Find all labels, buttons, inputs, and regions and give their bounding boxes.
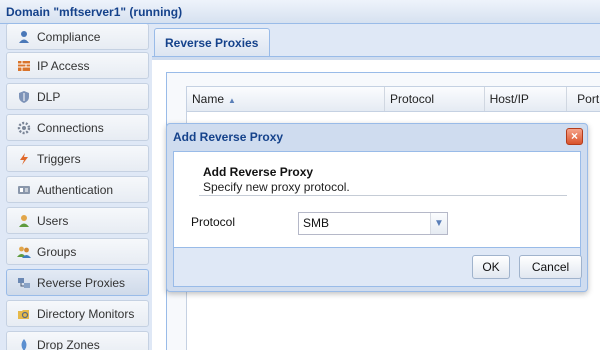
proxy-icon (17, 276, 31, 290)
sidebar-item-groups[interactable]: Groups (6, 238, 149, 265)
sidebar-item-ip-access[interactable]: IP Access (6, 52, 149, 79)
dialog-subheading: Specify new proxy protocol. (203, 180, 350, 194)
lightning-icon (17, 152, 31, 166)
column-header-name[interactable]: Name ▲ (187, 87, 386, 111)
user-icon (17, 214, 31, 228)
sort-ascending-icon: ▲ (228, 96, 236, 105)
protocol-label: Protocol (191, 215, 236, 229)
sidebar-item-label: Groups (37, 244, 77, 259)
gear-icon (17, 121, 31, 135)
sidebar-item-label: Triggers (37, 151, 81, 166)
protocol-select[interactable]: SMB ▼ (298, 212, 448, 235)
sidebar-item-connections[interactable]: Connections (6, 114, 149, 141)
protocol-select-value: SMB (303, 216, 330, 230)
sidebar-item-label: Directory Monitors (37, 306, 135, 321)
close-icon[interactable]: × (566, 128, 583, 145)
column-header-host-ip[interactable]: Host/IP (485, 87, 568, 111)
sidebar-item-label: Compliance (37, 29, 101, 44)
add-reverse-proxy-dialog: Add Reverse Proxy × Add Reverse Proxy Sp… (166, 123, 588, 292)
window-title: Domain "mftserver1" (running) (0, 0, 600, 24)
sidebar-item-triggers[interactable]: Triggers (6, 145, 149, 172)
column-header-protocol[interactable]: Protocol (385, 87, 485, 111)
sidebar-item-label: Drop Zones (37, 337, 100, 350)
sidebar-item-label: IP Access (37, 58, 90, 73)
tab-reverse-proxies[interactable]: Reverse Proxies (154, 28, 270, 57)
sidebar-item-label: Users (37, 213, 69, 228)
dialog-heading: Add Reverse Proxy (203, 165, 314, 179)
dialog-footer: OK Cancel (174, 248, 582, 286)
users-icon (17, 245, 31, 259)
divider (199, 195, 567, 196)
ok-button[interactable]: OK (472, 255, 510, 279)
sidebar: Compliance IP Access DLP Connections Tri… (0, 24, 152, 350)
sidebar-item-dlp[interactable]: DLP (6, 83, 149, 110)
sidebar-item-label: DLP (37, 89, 61, 104)
sidebar-item-authentication[interactable]: Authentication (6, 176, 149, 203)
grid-header: Name ▲ Protocol Host/IP Port (186, 86, 600, 112)
sidebar-item-directory-monitors[interactable]: Directory Monitors (6, 300, 149, 327)
person-badge-icon (17, 30, 31, 44)
id-card-icon (17, 183, 31, 197)
chevron-down-icon[interactable]: ▼ (430, 213, 447, 234)
sidebar-item-label: Connections (37, 120, 104, 135)
sidebar-item-drop-zones[interactable]: Drop Zones (6, 331, 149, 350)
sidebar-item-compliance[interactable]: Compliance (6, 24, 149, 50)
dialog-body: Add Reverse Proxy Specify new proxy prot… (173, 151, 582, 287)
sidebar-item-label: Reverse Proxies (37, 275, 126, 290)
sidebar-item-label: Authentication (37, 182, 114, 197)
shield-icon (17, 90, 31, 104)
drop-zone-icon (17, 338, 31, 350)
folder-monitor-icon (17, 307, 31, 321)
cancel-button[interactable]: Cancel (519, 255, 582, 279)
dialog-title: Add Reverse Proxy (173, 130, 284, 144)
column-header-port[interactable]: Port (567, 87, 600, 111)
sidebar-item-reverse-proxies[interactable]: Reverse Proxies (6, 269, 149, 296)
firewall-icon (17, 59, 31, 73)
sidebar-item-users[interactable]: Users (6, 207, 149, 234)
